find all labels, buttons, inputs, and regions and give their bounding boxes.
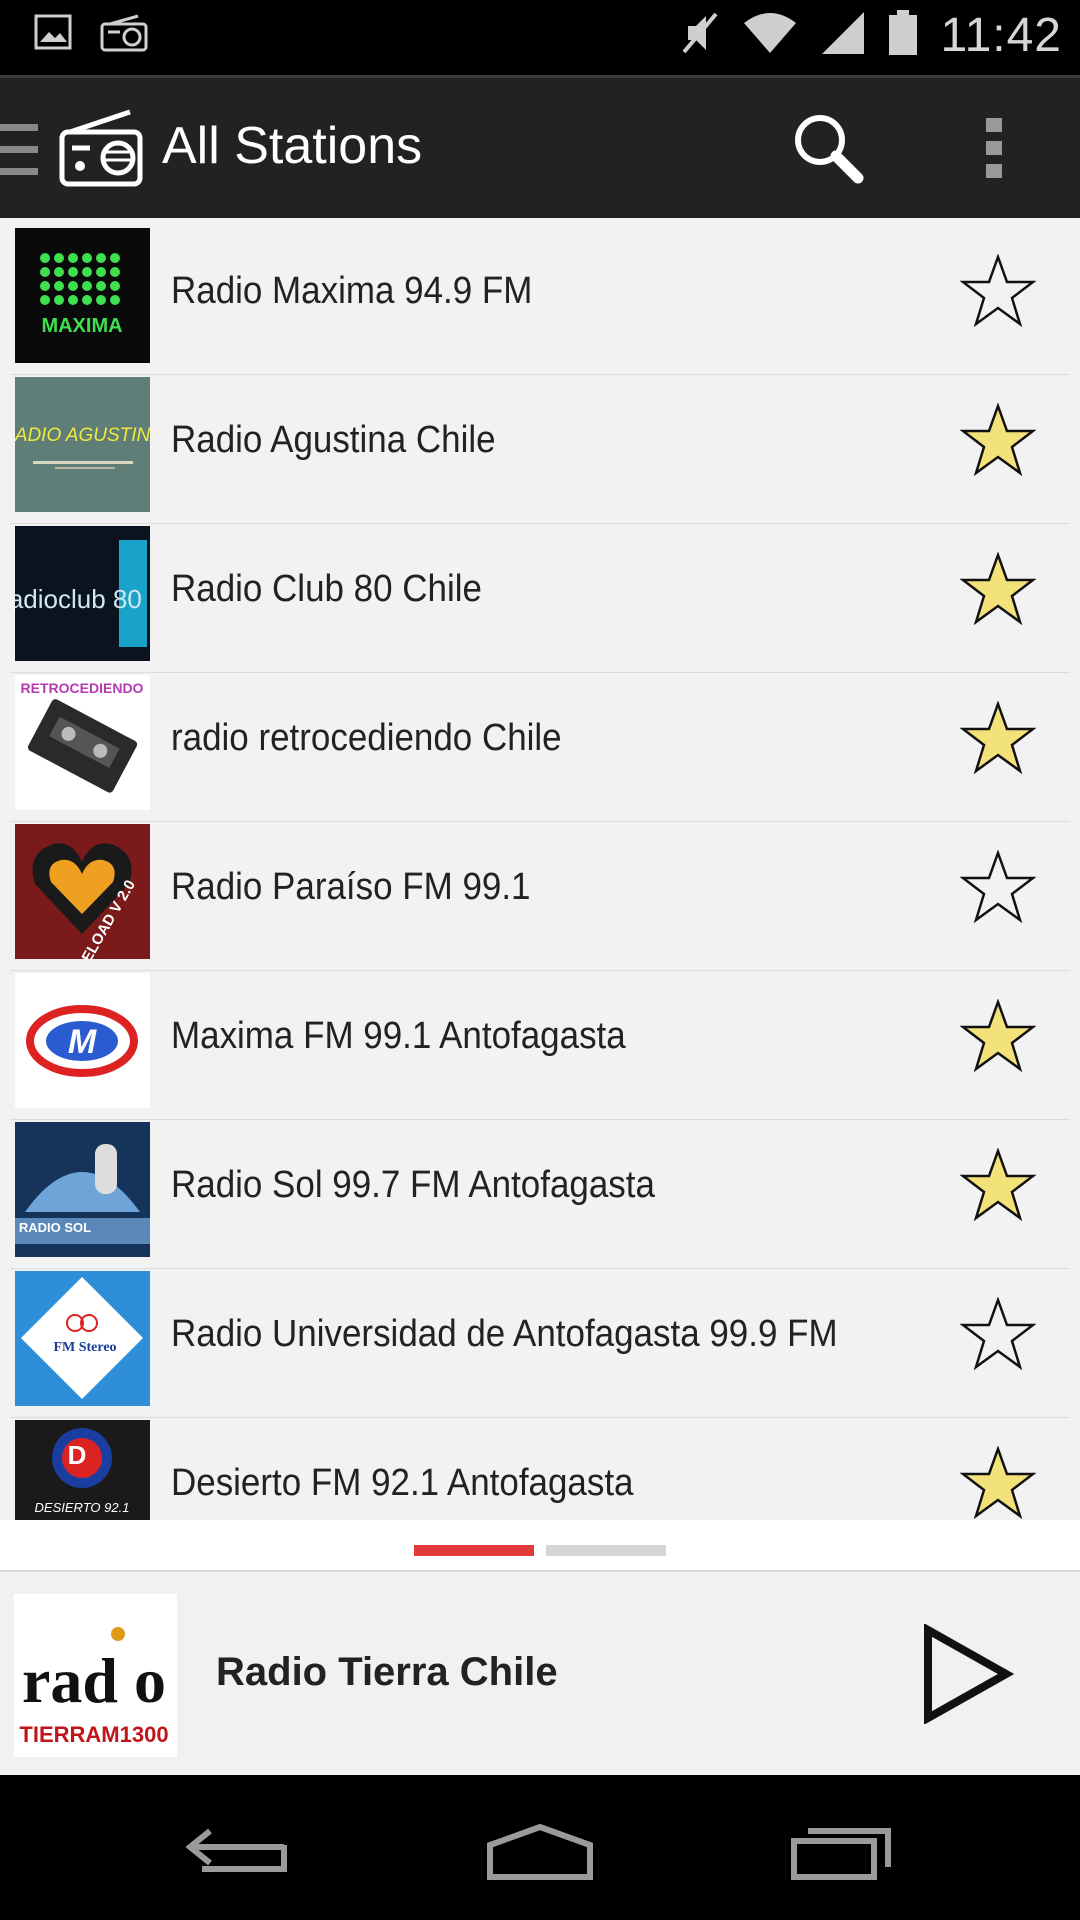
station-logo: RELOAD V 2.0 [15, 824, 150, 959]
now-playing-bar[interactable]: rad o TIERRAM1300 Radio Tierra Chile [0, 1570, 1080, 1775]
station-row[interactable]: RETROCEDIENDO radio retrocediendo Chile [10, 673, 1070, 822]
signal-icon [820, 10, 866, 61]
now-playing-logo: rad o TIERRAM1300 [14, 1594, 177, 1757]
station-list[interactable]: MAXIMA Radio Maxima 94.9 FM RADIO AGUSTI… [10, 226, 1070, 1520]
station-logo: RADIO SOL [15, 1122, 150, 1257]
station-logo: radioclub 80 [15, 526, 150, 661]
page-indicator [0, 1520, 1080, 1570]
image-notification-icon [34, 14, 72, 57]
star-filled-icon[interactable] [959, 551, 1037, 631]
station-name: Maxima FM 99.1 Antofagasta [171, 1015, 626, 1057]
radio-notification-icon [100, 14, 148, 57]
station-name: Radio Maxima 94.9 FM [171, 270, 533, 312]
station-row[interactable]: M Maxima FM 99.1 Antofagasta [10, 971, 1070, 1120]
star-filled-icon[interactable] [959, 1147, 1037, 1227]
station-logo-text: DESIERTO 92.1 [35, 1500, 130, 1515]
station-name: Radio Sol 99.7 FM Antofagasta [171, 1164, 655, 1206]
station-logo: D DESIERTO 92.1 [15, 1420, 150, 1520]
station-name: Radio Universidad de Antofagasta 99.9 FM [171, 1313, 838, 1355]
page-indicator-inactive[interactable] [546, 1545, 666, 1556]
station-row[interactable]: RELOAD V 2.0 Radio Paraíso FM 99.1 [10, 822, 1070, 971]
station-row[interactable]: radioclub 80 Radio Club 80 Chile [10, 524, 1070, 673]
back-icon[interactable] [185, 1823, 290, 1884]
station-logo: M [15, 973, 150, 1108]
station-logo-text: M [68, 1023, 97, 1061]
battery-icon [888, 10, 918, 61]
now-playing-logo-subtext: TIERRAM1300 [19, 1722, 168, 1747]
station-logo: RETROCEDIENDO [15, 675, 150, 810]
station-row[interactable]: D DESIERTO 92.1 Desierto FM 92.1 Antofag… [10, 1418, 1070, 1520]
station-logo-text: RADIO AGUSTINA [15, 425, 150, 446]
station-name: Radio Paraíso FM 99.1 [171, 866, 531, 908]
wifi-icon [742, 11, 798, 60]
overflow-menu-icon[interactable] [982, 116, 1006, 185]
station-name: Desierto FM 92.1 Antofagasta [171, 1462, 634, 1504]
star-filled-icon[interactable] [959, 402, 1037, 482]
play-icon[interactable] [918, 1623, 1015, 1729]
station-logo: RADIO AGUSTINA [15, 377, 150, 512]
station-row[interactable]: FM Stereo Radio Universidad de Antofagas… [10, 1269, 1070, 1418]
drawer-icon[interactable] [0, 120, 42, 185]
station-row[interactable]: RADIO AGUSTINA Radio Agustina Chile [10, 375, 1070, 524]
page-indicator-active[interactable] [414, 1545, 534, 1556]
station-row[interactable]: RADIO SOL Radio Sol 99.7 FM Antofagasta [10, 1120, 1070, 1269]
mute-icon [680, 10, 720, 61]
home-icon[interactable] [484, 1823, 596, 1886]
star-outline-icon[interactable] [959, 849, 1037, 929]
page-title: All Stations [162, 117, 423, 175]
station-logo: MAXIMA [15, 228, 150, 363]
station-name: Radio Club 80 Chile [171, 568, 482, 610]
action-bar: All Stations [0, 75, 1080, 218]
station-logo-text: FM Stereo [53, 1340, 116, 1355]
station-logo: FM Stereo [15, 1271, 150, 1406]
now-playing-logo-text: rad o [22, 1645, 166, 1716]
system-nav-bar [0, 1775, 1080, 1920]
svg-text:D: D [68, 1440, 87, 1470]
station-logo-text: RETROCEDIENDO [21, 680, 144, 696]
recent-apps-icon[interactable] [790, 1823, 894, 1886]
station-logo-text: radioclub 80 [15, 584, 142, 614]
now-playing-title: Radio Tierra Chile [216, 1650, 558, 1694]
star-outline-icon[interactable] [959, 1296, 1037, 1376]
star-filled-icon[interactable] [959, 700, 1037, 780]
star-outline-icon[interactable] [959, 253, 1037, 333]
status-bar: 11:42 [0, 0, 1080, 75]
radio-app-icon[interactable] [58, 108, 144, 193]
station-name: radio retrocediendo Chile [171, 717, 562, 759]
station-name: Radio Agustina Chile [171, 419, 496, 461]
status-clock: 11:42 [940, 9, 1062, 62]
search-icon[interactable] [788, 108, 868, 193]
station-logo-text: RADIO SOL [19, 1220, 91, 1235]
station-row[interactable]: MAXIMA Radio Maxima 94.9 FM [10, 226, 1070, 375]
star-filled-icon[interactable] [959, 998, 1037, 1078]
star-filled-icon[interactable] [959, 1445, 1037, 1520]
station-logo-text: MAXIMA [41, 315, 122, 337]
